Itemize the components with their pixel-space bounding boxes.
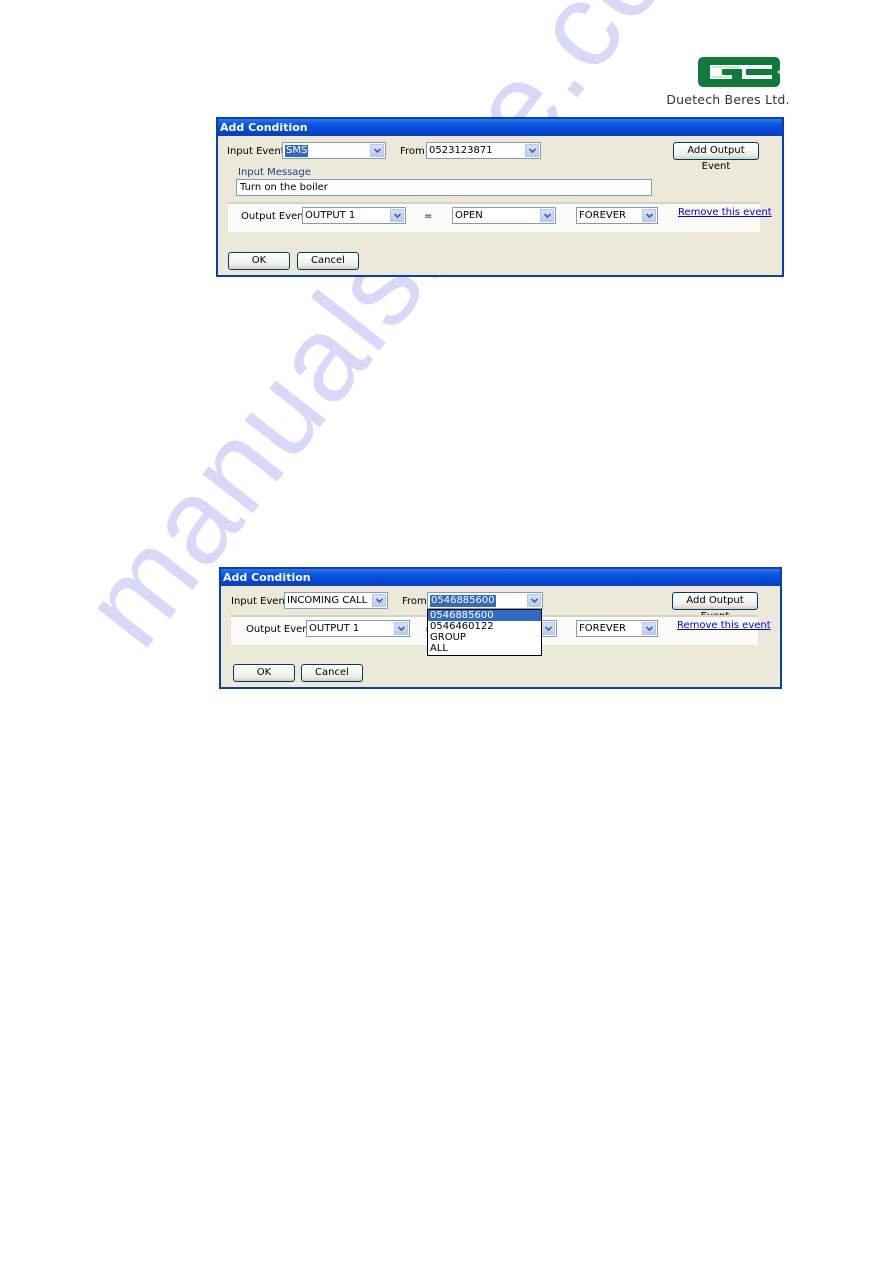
- state-select[interactable]: OPEN: [452, 207, 556, 224]
- output-select[interactable]: OUTPUT 1: [302, 207, 406, 224]
- from-option[interactable]: 0546885600: [428, 610, 541, 621]
- output-select[interactable]: OUTPUT 1: [306, 620, 410, 637]
- input-event-label: Input Event: [227, 146, 285, 157]
- from-label: From: [400, 146, 425, 157]
- ok-button[interactable]: OK: [233, 664, 295, 682]
- input-event-label: Input Event: [231, 596, 289, 607]
- remove-event-link[interactable]: Remove this event: [678, 207, 772, 218]
- from-select[interactable]: 0546885600: [427, 592, 543, 609]
- duration-value: FOREVER: [579, 210, 626, 221]
- output-event-label: Output Event: [246, 624, 313, 635]
- add-condition-dialog-call: Add Condition Input Event INCOMING CALL …: [219, 567, 782, 689]
- chevron-down-icon[interactable]: [642, 622, 656, 635]
- chevron-down-icon[interactable]: [390, 209, 404, 222]
- from-dropdown-list[interactable]: 0546885600 0546460122 GROUP ALL: [427, 609, 542, 656]
- input-event-value: SMS: [285, 145, 309, 157]
- duration-select[interactable]: FOREVER: [576, 207, 658, 224]
- input-event-select[interactable]: SMS: [282, 142, 386, 159]
- from-value: 0546885600: [430, 595, 496, 607]
- chevron-down-icon[interactable]: [394, 622, 408, 635]
- input-message-field[interactable]: Turn on the boiler: [236, 179, 652, 196]
- cancel-button[interactable]: Cancel: [297, 252, 359, 270]
- from-value: 0523123871: [429, 145, 493, 156]
- from-option[interactable]: ALL: [428, 643, 541, 654]
- chevron-down-icon[interactable]: [541, 622, 555, 635]
- chevron-down-icon[interactable]: [642, 209, 656, 222]
- input-event-select[interactable]: INCOMING CALL: [284, 592, 388, 609]
- gb-logo-icon: [698, 57, 780, 87]
- state-value: OPEN: [455, 210, 483, 221]
- output-value: OUTPUT 1: [309, 623, 360, 634]
- chevron-down-icon[interactable]: [525, 144, 539, 157]
- from-label: From: [402, 596, 427, 607]
- output-event-label: Output Event: [241, 211, 308, 222]
- ok-button[interactable]: OK: [228, 252, 290, 270]
- output-value: OUTPUT 1: [305, 210, 356, 221]
- duration-value: FOREVER: [579, 623, 626, 634]
- dialog-title: Add Condition: [221, 569, 780, 586]
- from-option[interactable]: 0546460122: [428, 621, 541, 632]
- company-name: Duetech Beres Ltd.: [666, 92, 790, 107]
- duration-select[interactable]: FOREVER: [576, 620, 658, 637]
- from-option[interactable]: GROUP: [428, 632, 541, 643]
- remove-event-link[interactable]: Remove this event: [677, 620, 771, 631]
- chevron-down-icon[interactable]: [370, 144, 384, 157]
- add-output-event-button[interactable]: Add Output Event: [672, 592, 758, 622]
- cancel-button[interactable]: Cancel: [301, 664, 363, 682]
- equals-sign: =: [424, 211, 433, 222]
- from-select[interactable]: 0523123871: [426, 142, 541, 159]
- company-logo: Duetech Beres Ltd.: [652, 52, 804, 108]
- chevron-down-icon[interactable]: [372, 594, 386, 607]
- input-event-value: INCOMING CALL: [287, 595, 368, 606]
- dialog-title: Add Condition: [218, 119, 782, 136]
- add-condition-dialog-sms: Add Condition Input Event SMS From 05231…: [216, 117, 784, 277]
- output-event-row: Output Event OUTPUT 1 = OPEN FOREVER Rem…: [228, 202, 772, 232]
- chevron-down-icon[interactable]: [540, 209, 554, 222]
- chevron-down-icon[interactable]: [527, 594, 541, 607]
- add-output-event-button[interactable]: Add Output Event: [673, 142, 759, 172]
- input-message-label: Input Message: [238, 167, 311, 178]
